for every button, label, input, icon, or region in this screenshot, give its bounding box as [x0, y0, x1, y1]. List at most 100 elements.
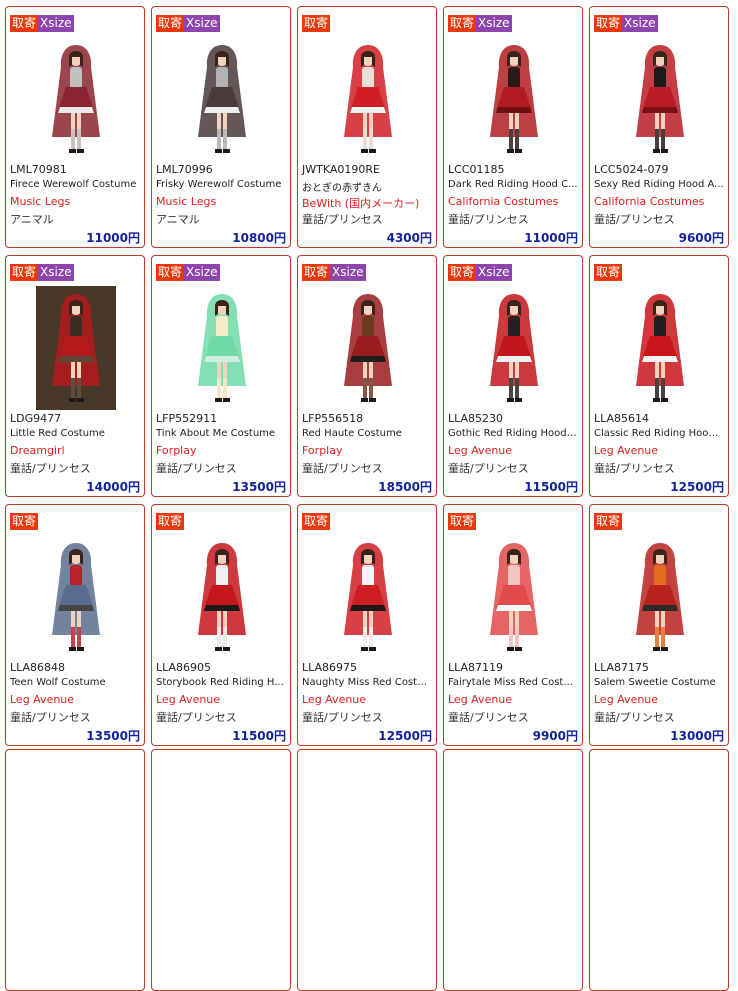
product-name[interactable]: Frisky Werewolf Costume [156, 179, 286, 190]
product-name[interactable]: おとぎの赤ずきん [302, 179, 432, 194]
product-maker[interactable]: Dreamgirl [10, 444, 65, 457]
product-name[interactable]: Gothic Red Riding Hood ... [448, 428, 578, 439]
product-card[interactable]: 取寄 Xsize LLA85230 Gothic Red Riding Hood ..… [443, 255, 583, 497]
product-maker[interactable]: Leg Avenue [594, 444, 658, 457]
product-code: JWTKA0190RE [302, 163, 380, 176]
product-code: LLA85614 [594, 412, 650, 425]
backorder-badge: 取寄 [156, 264, 185, 281]
product-maker[interactable]: Leg Avenue [448, 693, 512, 706]
product-maker[interactable]: Leg Avenue [594, 693, 658, 706]
product-card-partial[interactable] [297, 749, 437, 991]
costume-figure-icon [344, 45, 392, 153]
product-maker[interactable]: Leg Avenue [448, 444, 512, 457]
product-category: 童話/プリンセス [10, 711, 91, 724]
product-card[interactable]: 取寄 Xsize LCC01185 Dark Red Riding Hood C...… [443, 6, 583, 248]
badge-group: 取寄 Xsize [302, 264, 366, 281]
backorder-badge: 取寄 [448, 15, 477, 32]
product-image[interactable] [328, 37, 408, 161]
product-image[interactable] [328, 286, 408, 410]
product-name[interactable]: Firece Werewolf Costume [10, 179, 140, 190]
product-card-partial[interactable] [5, 749, 145, 991]
product-image[interactable] [182, 286, 262, 410]
product-price: 13500円 [86, 729, 140, 743]
product-image[interactable] [474, 286, 554, 410]
product-name[interactable]: Teen Wolf Costume [10, 677, 140, 688]
product-image[interactable] [182, 37, 262, 161]
product-name[interactable]: Salem Sweetie Costume [594, 677, 724, 688]
product-name[interactable]: Fairytale Miss Red Cost... [448, 677, 578, 688]
product-price: 14000円 [86, 480, 140, 494]
product-card[interactable]: 取寄 LLA86975 Naughty Miss Red Costu... Leg A… [297, 504, 437, 746]
product-maker[interactable]: Leg Avenue [10, 693, 74, 706]
product-card-partial[interactable] [151, 749, 291, 991]
product-maker[interactable]: Leg Avenue [302, 693, 366, 706]
product-category: 童話/プリンセス [10, 462, 91, 475]
costume-figure-icon [344, 543, 392, 651]
product-name[interactable]: Dark Red Riding Hood C... [448, 179, 578, 190]
product-card[interactable]: 取寄 Xsize LCC5024-079 Sexy Red Riding Hood A… [589, 6, 729, 248]
product-price: 12500円 [670, 480, 724, 494]
product-grid: 取寄 Xsize LML70981 Firece Werewolf Costume Mu… [0, 0, 738, 991]
badge-group: 取寄 Xsize [156, 264, 220, 281]
product-card[interactable]: 取寄 Xsize LFP556518 Red Haute Costume Forplay… [297, 255, 437, 497]
product-card[interactable]: 取寄 LLA87119 Fairytale Miss Red Cost... Leg … [443, 504, 583, 746]
product-image[interactable] [620, 286, 700, 410]
backorder-badge: 取寄 [10, 513, 39, 530]
badge-group: 取寄 [302, 513, 331, 530]
costume-figure-icon [198, 543, 246, 651]
product-maker[interactable]: BeWith (国内メーカー) [302, 195, 419, 211]
costume-figure-icon [344, 294, 392, 402]
product-maker[interactable]: California Costumes [448, 195, 558, 208]
backorder-badge: 取寄 [594, 264, 623, 281]
xsize-badge: Xsize [330, 264, 366, 281]
product-name[interactable]: Tink About Me Costume [156, 428, 286, 439]
xsize-badge: Xsize [476, 15, 512, 32]
product-price: 11000円 [524, 231, 578, 245]
product-name[interactable]: Classic Red Riding Hood... [594, 428, 724, 439]
backorder-badge: 取寄 [156, 15, 185, 32]
product-card-partial[interactable] [589, 749, 729, 991]
product-card[interactable]: 取寄 JWTKA0190RE おとぎの赤ずきん BeWith (国内メーカー) 童話/プ… [297, 6, 437, 248]
product-image[interactable] [182, 535, 262, 659]
product-name[interactable]: Red Haute Costume [302, 428, 432, 439]
product-image[interactable] [474, 37, 554, 161]
product-card[interactable]: 取寄 Xsize LDG9477 Little Red Costume Dreamgir… [5, 255, 145, 497]
xsize-badge: Xsize [622, 15, 658, 32]
product-maker[interactable]: Forplay [302, 444, 342, 457]
product-card[interactable]: 取寄 Xsize LML70996 Frisky Werewolf Costume Mu… [151, 6, 291, 248]
product-card[interactable]: 取寄 Xsize LFP552911 Tink About Me Costume For… [151, 255, 291, 497]
product-maker[interactable]: Leg Avenue [156, 693, 220, 706]
product-image[interactable] [328, 535, 408, 659]
product-image[interactable] [36, 535, 116, 659]
product-name[interactable]: Little Red Costume [10, 428, 140, 439]
product-price: 9900円 [532, 729, 578, 743]
product-maker[interactable]: California Costumes [594, 195, 704, 208]
product-category: 童話/プリンセス [594, 711, 675, 724]
product-name[interactable]: Storybook Red Riding H... [156, 677, 286, 688]
product-name[interactable]: Sexy Red Riding Hood A... [594, 179, 724, 190]
badge-group: 取寄 Xsize [594, 15, 658, 32]
product-image[interactable] [620, 535, 700, 659]
product-category: アニマル [10, 213, 54, 226]
product-price: 18500円 [378, 480, 432, 494]
costume-figure-icon [636, 294, 684, 402]
product-image[interactable] [36, 37, 116, 161]
product-maker[interactable]: Forplay [156, 444, 196, 457]
product-card[interactable]: 取寄 LLA85614 Classic Red Riding Hood... Leg … [589, 255, 729, 497]
product-image[interactable] [620, 37, 700, 161]
product-image[interactable] [36, 286, 116, 410]
product-card[interactable]: 取寄 LLA86848 Teen Wolf Costume Leg Avenue 童話/… [5, 504, 145, 746]
product-maker[interactable]: Music Legs [10, 195, 70, 208]
backorder-badge: 取寄 [594, 15, 623, 32]
product-card[interactable]: 取寄 LLA86905 Storybook Red Riding H... Leg A… [151, 504, 291, 746]
product-name[interactable]: Naughty Miss Red Costu... [302, 677, 432, 688]
costume-figure-icon [636, 543, 684, 651]
product-maker[interactable]: Music Legs [156, 195, 216, 208]
product-card[interactable]: 取寄 Xsize LML70981 Firece Werewolf Costume Mu… [5, 6, 145, 248]
product-card-partial[interactable] [443, 749, 583, 991]
xsize-badge: Xsize [38, 15, 74, 32]
product-card[interactable]: 取寄 LLA87175 Salem Sweetie Costume Leg Avenu… [589, 504, 729, 746]
product-image[interactable] [474, 535, 554, 659]
costume-figure-icon [490, 543, 538, 651]
product-category: 童話/プリンセス [302, 213, 383, 226]
